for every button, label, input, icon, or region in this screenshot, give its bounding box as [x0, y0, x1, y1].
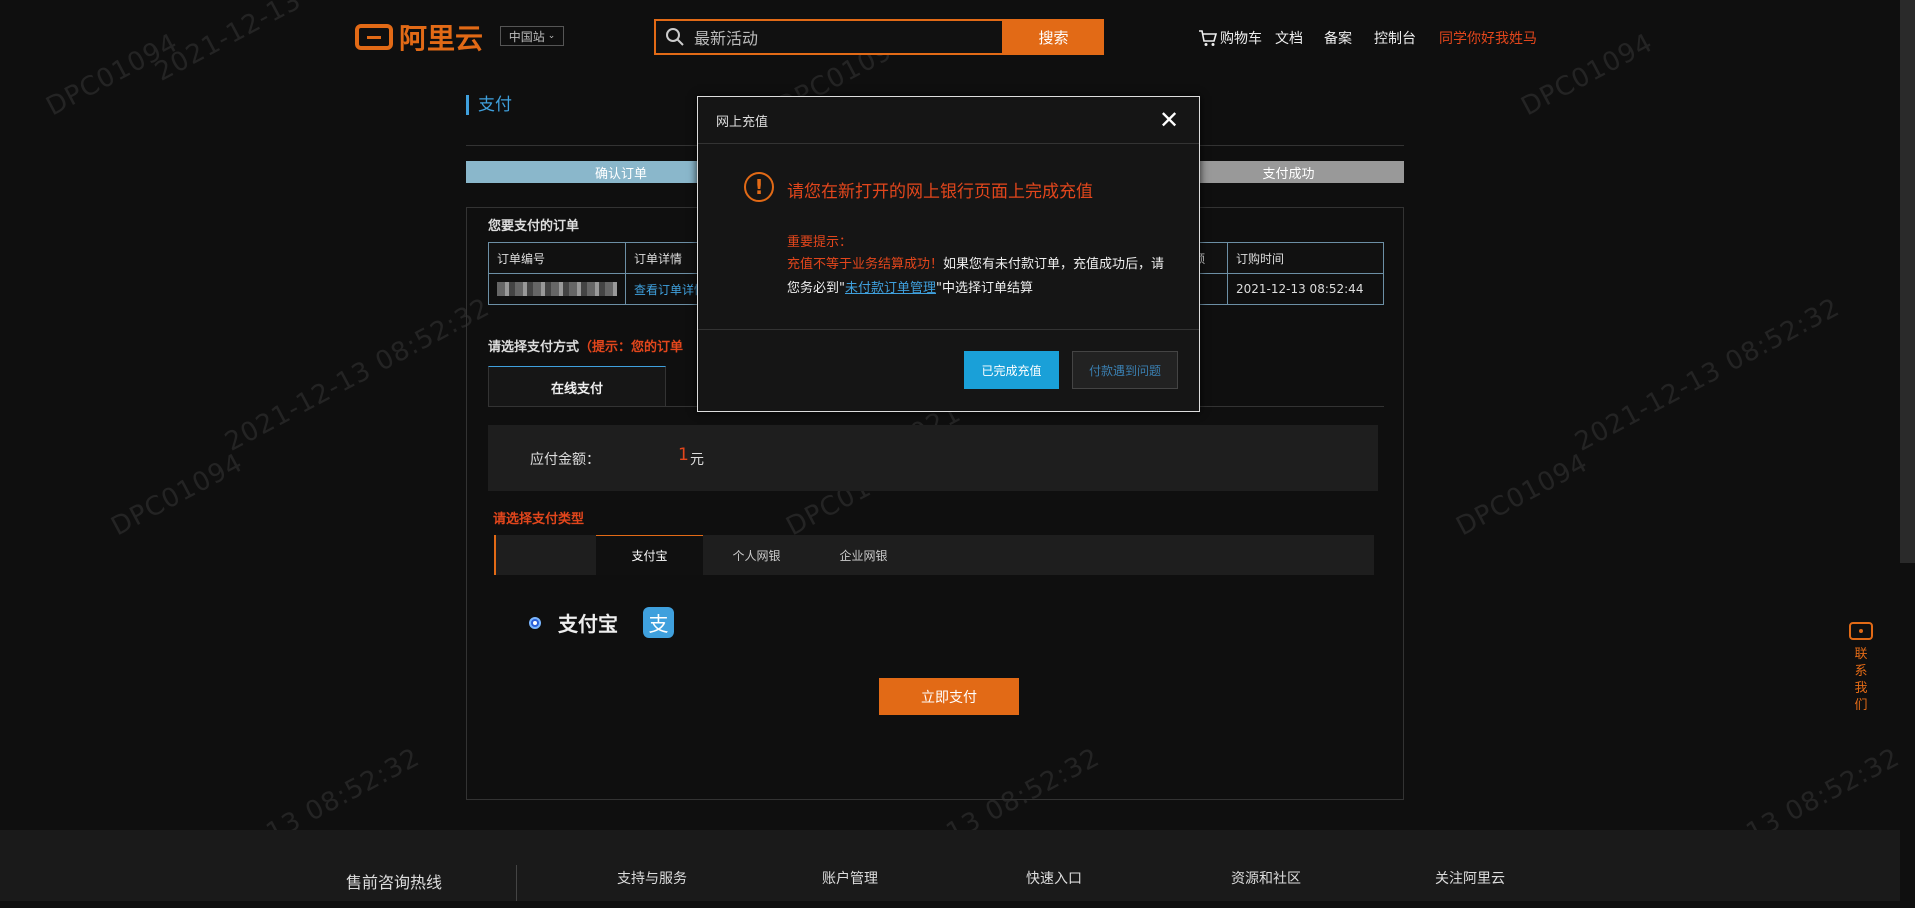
pay-type-tabs: 支付宝 个人网银 企业网银: [494, 535, 1374, 575]
order-section-label: 您要支付的订单: [488, 219, 580, 234]
view-order-detail-link[interactable]: 查看订单详情: [634, 283, 706, 297]
unpaid-orders-link[interactable]: 未付款订单管理: [845, 281, 936, 296]
search-input[interactable]: 最新活动: [654, 19, 1004, 55]
watermark-date: 2021-12-13 08:52:32: [1570, 292, 1845, 458]
amount-due-row: 应付金额： 1 元: [488, 425, 1378, 491]
site-selector-label: 中国站: [508, 29, 545, 44]
search-icon: [664, 26, 686, 48]
footer-hotline: 售前咨询热线: [346, 873, 443, 892]
pay-type-label: 请选择支付类型: [493, 512, 585, 527]
chat-icon: [1849, 622, 1873, 640]
nav-user-greeting[interactable]: 同学你好我姓马: [1439, 28, 1537, 48]
aliyun-logo[interactable]: 阿里云: [355, 20, 484, 55]
watermark-date: 2021-12-13 08:52:32: [220, 292, 495, 458]
contact-us-button[interactable]: 联系我们: [1847, 622, 1875, 714]
tab-online-payment[interactable]: 在线支付: [488, 366, 666, 407]
dialog-tip-text2: "中选择订单结算: [936, 281, 1033, 296]
aliyun-logo-icon: [355, 24, 393, 50]
pay-method-label: 请选择支付方式（提示：您的订单: [488, 336, 683, 355]
dialog-footer-divider: [698, 329, 1199, 330]
tab-enterprise-ebank[interactable]: 企业网银: [810, 535, 917, 575]
logo-text: 阿里云: [399, 22, 484, 55]
dialog-title: 网上充值: [716, 115, 769, 130]
footer-community[interactable]: 资源和社区: [1231, 868, 1301, 888]
step-pay-success: 支付成功: [1173, 161, 1404, 183]
footer-support[interactable]: 支持与服务: [617, 868, 687, 888]
payment-issue-button[interactable]: 付款遇到问题: [1072, 351, 1178, 389]
nav-cart-label: 购物车: [1220, 31, 1262, 47]
footer-account[interactable]: 账户管理: [822, 868, 878, 888]
alipay-option-label[interactable]: 支付宝: [558, 608, 618, 637]
footer-quick-entry[interactable]: 快速入口: [1026, 868, 1082, 888]
watermark-id: DPC01094: [106, 447, 249, 543]
recharge-done-button[interactable]: 已完成充值: [964, 351, 1059, 389]
dialog-tip-warning: 充值不等于业务结算成功！: [787, 257, 944, 272]
pay-method-label-text: 请选择支付方式: [488, 340, 580, 355]
recharge-dialog: 网上充值 ✕ ! 请您在新打开的网上银行页面上完成充值 重要提示： 充值不等于业…: [697, 96, 1200, 412]
th-order-time: 订购时间: [1227, 242, 1384, 274]
footer: 售前咨询热线 支持与服务 账户管理 快速入口 资源和社区 关注阿里云: [0, 830, 1900, 901]
pay-method-hint: （提示：您的订单: [579, 340, 684, 355]
tab-personal-ebank[interactable]: 个人网银: [703, 535, 810, 575]
order-no-masked: [488, 273, 626, 305]
watermark-id: DPC01094: [1451, 447, 1594, 543]
order-time: 2021-12-13 08:52:44: [1227, 273, 1384, 305]
dialog-message: 请您在新打开的网上银行页面上完成充值: [787, 182, 1093, 202]
nav-cart[interactable]: 购物车: [1198, 28, 1262, 48]
footer-follow[interactable]: 关注阿里云: [1435, 868, 1505, 888]
alipay-radio[interactable]: [529, 617, 541, 629]
amount-label: 应付金额：: [530, 452, 600, 468]
dialog-tip: 充值不等于业务结算成功！如果您有未付款订单，充值成功后，请您务必到"未付款订单管…: [787, 253, 1167, 301]
top-header: 阿里云 中国站 ⌄ 最新活动 搜索 购物车 文档 备案 控制台 同学你好我姓马: [0, 0, 1915, 75]
amount-value: 1: [678, 445, 689, 465]
site-selector[interactable]: 中国站 ⌄: [500, 26, 564, 46]
dialog-tip-title: 重要提示：: [787, 235, 853, 250]
nav-console[interactable]: 控制台: [1374, 28, 1416, 48]
pay-now-button[interactable]: 立即支付: [879, 678, 1019, 715]
nav-filing[interactable]: 备案: [1324, 28, 1352, 48]
search-button[interactable]: 搜索: [1003, 19, 1104, 55]
footer-divider: [516, 865, 517, 901]
alipay-icon: 支: [643, 607, 674, 638]
page-title: 支付: [466, 95, 512, 115]
search-placeholder: 最新活动: [694, 29, 759, 48]
chevron-down-icon: ⌄: [547, 31, 556, 41]
cart-icon: [1199, 30, 1218, 46]
warning-icon: !: [744, 172, 774, 202]
dialog-divider: [698, 143, 1199, 144]
scrollbar[interactable]: [1900, 0, 1915, 563]
tab-alipay[interactable]: 支付宝: [596, 535, 703, 575]
contact-us-label: 联系我们: [1854, 647, 1868, 713]
nav-docs[interactable]: 文档: [1275, 28, 1303, 48]
close-icon[interactable]: ✕: [1155, 106, 1183, 134]
amount-unit: 元: [690, 452, 704, 468]
th-order-no: 订单编号: [488, 242, 626, 274]
